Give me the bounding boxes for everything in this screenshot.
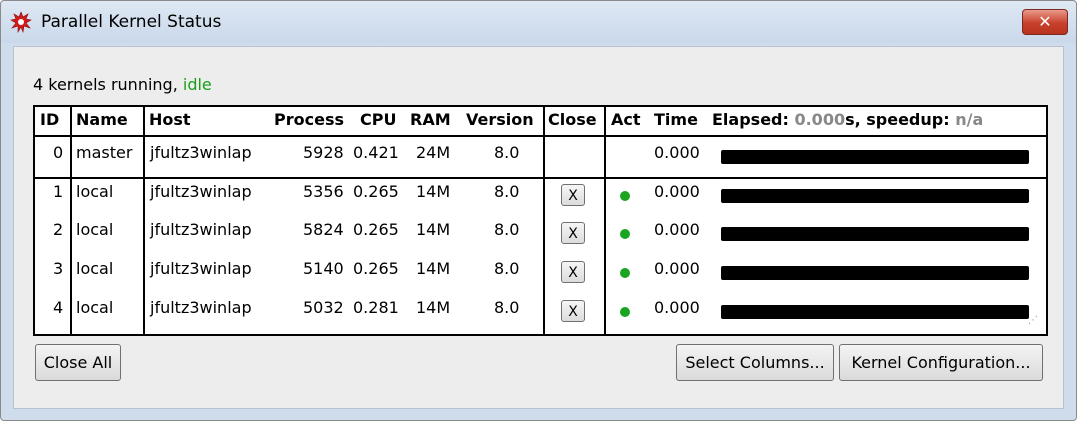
header-act: Act (611, 110, 641, 129)
kernel-process: 5928 (303, 143, 344, 162)
kernel-count-label: 4 kernels running, (33, 75, 183, 94)
window-title: Parallel Kernel Status (41, 12, 222, 32)
kernel-close-button[interactable]: X (561, 222, 585, 244)
master-divider (35, 177, 1046, 179)
idle-state-label: idle (182, 75, 212, 94)
kernel-process: 5032 (303, 298, 344, 317)
kernel-version: 8.0 (494, 298, 520, 317)
kernel-cpu: 0.265 (353, 259, 399, 278)
kernel-close-button[interactable]: X (561, 261, 585, 283)
kernel-process: 5824 (303, 220, 344, 239)
kernel-id: 3 (53, 259, 64, 278)
active-indicator-icon (620, 307, 630, 317)
elapsed-label: Elapsed: (712, 110, 795, 129)
kernel-cpu: 0.265 (353, 220, 399, 239)
kernel-ram: 14M (416, 182, 451, 201)
select-columns-button[interactable]: Select Columns... (676, 344, 834, 381)
header-close: Close (548, 110, 597, 129)
elapsed-progress-bar (721, 305, 1029, 319)
elapsed-progress-bar (721, 189, 1029, 203)
kernel-name: local (76, 220, 114, 239)
close-all-button[interactable]: Close All (35, 344, 121, 381)
speedup-label: s, speedup: (845, 110, 956, 129)
kernel-status-text: 4 kernels running, idle (33, 75, 212, 94)
speedup-value: n/a (955, 110, 984, 129)
kernel-ram: 14M (416, 298, 451, 317)
kernel-table: ID Name Host Process CPU RAM Version Clo… (33, 105, 1048, 336)
header-name: Name (76, 110, 128, 129)
kernel-version: 8.0 (494, 143, 520, 162)
active-indicator-icon (620, 268, 630, 278)
kernel-time: 0.000 (654, 182, 700, 201)
header-version: Version (466, 110, 534, 129)
kernel-close-button[interactable]: X (561, 300, 585, 322)
kernel-time: 0.000 (654, 143, 700, 162)
kernel-host: jfultz3winlap (150, 143, 252, 162)
kernel-version: 8.0 (494, 220, 520, 239)
kernel-name: local (76, 298, 114, 317)
active-indicator-icon (620, 191, 630, 201)
header-divider (35, 135, 1046, 137)
header-id: ID (40, 110, 60, 129)
kernel-version: 8.0 (494, 182, 520, 201)
kernel-host: jfultz3winlap (150, 298, 252, 317)
kernel-id: 0 (53, 143, 64, 162)
client-area: 4 kernels running, idle ID Name Host Pro… (13, 46, 1064, 409)
kernel-ram: 14M (416, 220, 451, 239)
kernel-host: jfultz3winlap (150, 259, 252, 278)
gear-burst-icon (10, 11, 32, 33)
kernel-cpu: 0.421 (353, 143, 399, 162)
kernel-id: 4 (53, 298, 64, 317)
kernel-close-button[interactable]: X (561, 184, 585, 206)
parallel-kernel-status-window: Parallel Kernel Status ✕ 4 kernels runni… (0, 0, 1077, 421)
kernel-name: local (76, 259, 114, 278)
kernel-ram: 24M (416, 143, 451, 162)
elapsed-progress-bar (721, 266, 1029, 280)
elapsed-progress-bar (721, 150, 1029, 164)
elapsed-value: 0.000 (794, 110, 846, 129)
elapsed-progress-bar (721, 227, 1029, 241)
kernel-ram: 14M (416, 259, 451, 278)
header-ram: RAM (410, 110, 451, 129)
kernel-process: 5140 (303, 259, 344, 278)
kernel-cpu: 0.281 (353, 298, 399, 317)
header-process: Process (274, 110, 344, 129)
kernel-process: 5356 (303, 182, 344, 201)
kernel-host: jfultz3winlap (150, 220, 252, 239)
header-time: Time (654, 110, 698, 129)
kernel-id: 2 (53, 220, 64, 239)
active-indicator-icon (620, 229, 630, 239)
kernel-name: local (76, 182, 114, 201)
header-cpu: CPU (360, 110, 397, 129)
kernel-host: jfultz3winlap (150, 182, 252, 201)
kernel-version: 8.0 (494, 259, 520, 278)
kernel-time: 0.000 (654, 220, 700, 239)
window-close-button[interactable]: ✕ (1022, 9, 1068, 35)
kernel-cpu: 0.265 (353, 182, 399, 201)
kernel-configuration-button[interactable]: Kernel Configuration... (839, 344, 1043, 381)
header-elapsed: Elapsed: 0.000s, speedup: n/a (712, 110, 983, 129)
kernel-id: 1 (53, 182, 64, 201)
header-host: Host (149, 110, 191, 129)
kernel-time: 0.000 (654, 259, 700, 278)
kernel-name: master (76, 143, 133, 162)
title-bar: Parallel Kernel Status ✕ (1, 1, 1076, 43)
kernel-time: 0.000 (654, 298, 700, 317)
